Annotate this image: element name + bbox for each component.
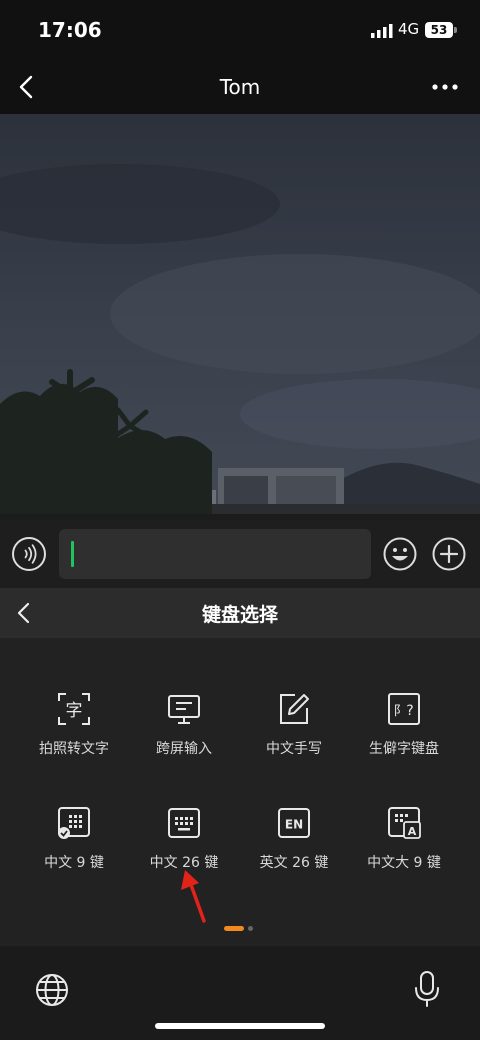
rare-character-icon: 阝 ?	[388, 693, 420, 725]
option-cross-screen-input[interactable]: 跨屏输入	[129, 692, 239, 758]
photo-to-text-icon: 字	[58, 693, 90, 725]
message-input[interactable]	[59, 529, 371, 579]
home-indicator[interactable]	[155, 1023, 325, 1029]
battery-icon: 53	[425, 22, 453, 38]
option-handwriting[interactable]: 中文手写	[239, 692, 349, 758]
add-more-icon[interactable]	[432, 537, 466, 571]
svg-text:?: ?	[406, 703, 413, 719]
keyboard-options-panel	[0, 638, 480, 946]
option-rare-characters[interactable]: 阝 ? 生僻字键盘	[349, 692, 459, 758]
chat-background-photo	[0, 114, 480, 520]
keyboard-panel-title: 键盘选择	[201, 604, 278, 626]
option-label: 中文大 9 键	[367, 855, 441, 871]
option-photo-to-text[interactable]: 字 拍照转文字	[19, 692, 129, 758]
status-time: 17:06	[38, 18, 102, 42]
option-english-26-key[interactable]: EN 英文 26 键	[239, 806, 349, 872]
text-cursor	[71, 541, 74, 567]
option-chinese-9-key[interactable]: 中文 9 键	[19, 806, 129, 872]
page-indicator	[224, 926, 253, 931]
option-label: 跨屏输入	[156, 741, 212, 757]
network-type: 4G	[398, 20, 420, 38]
emoji-icon[interactable]	[383, 537, 417, 571]
voice-input-icon[interactable]	[12, 537, 46, 571]
option-label: 拍照转文字	[39, 741, 109, 757]
en-keyboard-icon: EN	[278, 808, 310, 838]
option-chinese-large-9-key[interactable]: A 中文大 9 键	[349, 806, 459, 872]
svg-text:阝: 阝	[393, 704, 406, 719]
svg-text:字: 字	[66, 701, 83, 721]
svg-text:EN: EN	[285, 818, 303, 832]
annotation-arrow-icon	[181, 870, 206, 923]
handwriting-icon	[280, 694, 309, 724]
battery-tip	[454, 27, 457, 33]
more-options-icon[interactable]	[432, 84, 458, 90]
option-label: 生僻字键盘	[369, 741, 439, 757]
microphone-icon[interactable]	[413, 970, 441, 1008]
option-label: 中文 9 键	[44, 855, 104, 871]
globe-icon[interactable]	[35, 973, 69, 1007]
cross-screen-input-icon	[168, 695, 200, 724]
svg-text:A: A	[408, 825, 417, 838]
signal-icon	[371, 24, 393, 38]
option-label: 中文手写	[266, 741, 322, 757]
keyboard-26-icon	[168, 808, 200, 838]
option-chinese-26-key[interactable]: 中文 26 键	[129, 806, 239, 872]
option-label: 英文 26 键	[259, 855, 329, 871]
chat-title: Tom	[219, 75, 261, 99]
keypad-9-icon	[58, 807, 90, 839]
large-keypad-9-icon: A	[388, 807, 421, 839]
